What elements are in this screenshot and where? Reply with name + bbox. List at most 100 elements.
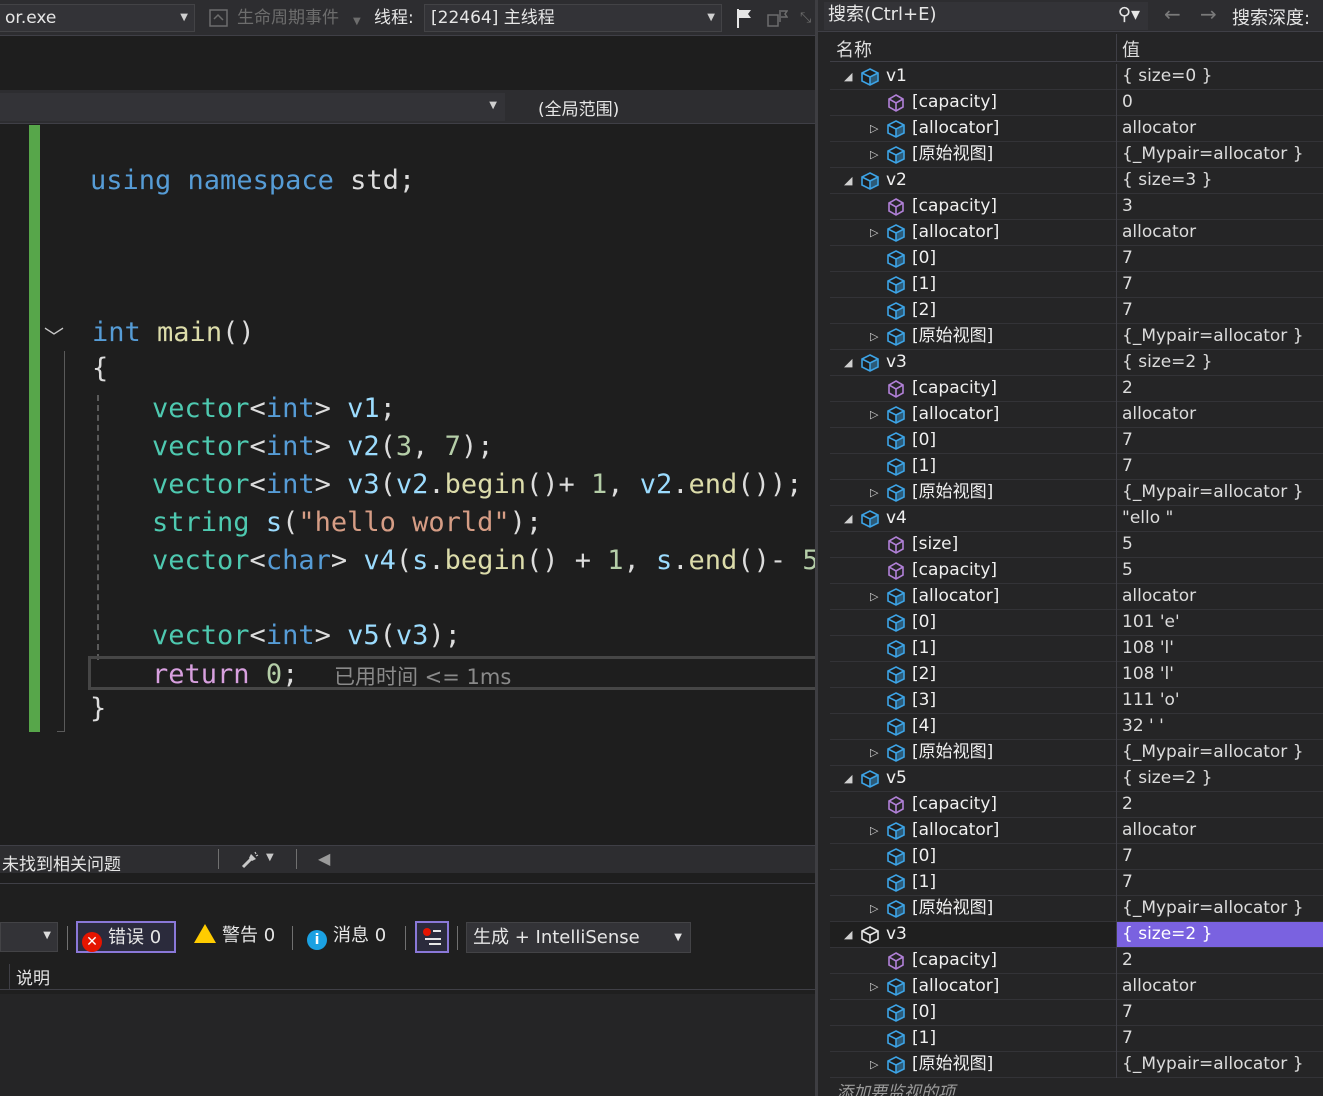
watch-row[interactable]: [1] 7 <box>830 272 1323 298</box>
watch-row-value[interactable]: 7 <box>1117 298 1323 323</box>
watch-row-value[interactable]: 5 <box>1117 558 1323 583</box>
watch-row[interactable]: ▷ [allocator] allocator <box>830 116 1323 142</box>
code-cleanup-icon[interactable] <box>240 850 260 870</box>
warnings-filter-button[interactable]: 警告 0 <box>190 921 275 953</box>
expand-triangle-icon[interactable]: ▷ <box>870 584 884 609</box>
watch-row[interactable]: ◢ v4 "ello " <box>830 506 1323 532</box>
watch-row[interactable]: [4] 32 ' ' <box>830 714 1323 740</box>
collapse-triangle-icon[interactable]: ◢ <box>844 64 858 89</box>
expand-triangle-icon[interactable]: ▷ <box>870 818 884 843</box>
expand-triangle-icon[interactable]: ▷ <box>870 142 884 167</box>
expand-triangle-icon[interactable]: ▷ <box>870 974 884 999</box>
watch-row[interactable]: ◢ v3 { size=2 } <box>830 922 1323 948</box>
watch-row-value[interactable]: 3 <box>1117 194 1323 219</box>
watch-row[interactable]: ▷ [原始视图] {_Mypair=allocator } <box>830 324 1323 350</box>
watch-row-value[interactable]: allocator <box>1117 818 1323 843</box>
watch-row-value[interactable]: 7 <box>1117 454 1323 479</box>
name-column-header[interactable]: 名称 <box>836 36 872 62</box>
watch-row-value[interactable]: 101 'e' <box>1117 610 1323 635</box>
watch-row-value[interactable]: allocator <box>1117 116 1323 141</box>
messages-filter-button[interactable]: i 消息 0 <box>303 921 386 953</box>
collapse-triangle-icon[interactable]: ◢ <box>844 922 858 947</box>
watch-row[interactable]: [size] 5 <box>830 532 1323 558</box>
watch-row[interactable]: [capacity] 0 <box>830 90 1323 116</box>
watch-row[interactable]: [1] 7 <box>830 454 1323 480</box>
watch-row-value[interactable]: allocator <box>1117 220 1323 245</box>
expand-triangle-icon[interactable]: ▷ <box>870 324 884 349</box>
expand-triangle-icon[interactable]: ▷ <box>870 480 884 505</box>
collapse-triangle-icon[interactable]: ◢ <box>844 506 858 531</box>
build-source-combo[interactable]: 生成 + IntelliSense ▼ <box>466 922 691 953</box>
watch-row-value[interactable]: 2 <box>1117 948 1323 973</box>
thread-combo[interactable]: [22464] 主线程 ▼ <box>424 4 722 32</box>
watch-row-value[interactable]: 0 <box>1117 90 1323 115</box>
watch-row[interactable]: ▷ [原始视图] {_Mypair=allocator } <box>830 142 1323 168</box>
watch-row-value[interactable]: allocator <box>1117 584 1323 609</box>
watch-row[interactable]: [0] 101 'e' <box>830 610 1323 636</box>
watch-row-value[interactable]: 108 'l' <box>1117 636 1323 661</box>
watch-row[interactable]: [1] 7 <box>830 870 1323 896</box>
collapse-chevron-icon[interactable]: ﹀ <box>44 321 64 350</box>
watch-row-value[interactable]: 7 <box>1117 1000 1323 1025</box>
watch-row[interactable]: [capacity] 2 <box>830 948 1323 974</box>
show-flagged-threads-icon[interactable] <box>766 7 788 29</box>
forward-arrow-icon[interactable]: → <box>1200 2 1217 26</box>
watch-row[interactable]: [2] 7 <box>830 298 1323 324</box>
watch-row[interactable]: ▷ [allocator] allocator <box>830 584 1323 610</box>
watch-row[interactable]: ◢ v2 { size=3 } <box>830 168 1323 194</box>
lifecycle-events-icon[interactable] <box>208 7 230 29</box>
watch-row[interactable]: [capacity] 3 <box>830 194 1323 220</box>
watch-row-value[interactable]: {_Mypair=allocator } <box>1117 740 1323 765</box>
value-column-header[interactable]: 值 <box>1122 36 1140 62</box>
watch-row[interactable]: ▷ [原始视图] {_Mypair=allocator } <box>830 740 1323 766</box>
member-combo[interactable]: ▼ <box>0 93 505 121</box>
watch-row[interactable]: [1] 7 <box>830 1026 1323 1052</box>
collapse-triangle-icon[interactable]: ◢ <box>844 168 858 193</box>
watch-row[interactable]: [0] 7 <box>830 1000 1323 1026</box>
watch-row-value[interactable]: {_Mypair=allocator } <box>1117 480 1323 505</box>
watch-row-value[interactable]: 7 <box>1117 428 1323 453</box>
watch-row[interactable]: ▷ [allocator] allocator <box>830 974 1323 1000</box>
watch-row-value[interactable]: 5 <box>1117 532 1323 557</box>
watch-row-value[interactable]: 7 <box>1117 844 1323 869</box>
watch-row-value[interactable]: { size=2 } <box>1117 766 1323 791</box>
watch-row-value[interactable]: { size=3 } <box>1117 168 1323 193</box>
expand-triangle-icon[interactable]: ▷ <box>870 116 884 141</box>
watch-row-value[interactable]: 108 'l' <box>1117 662 1323 687</box>
watch-row-value[interactable]: {_Mypair=allocator } <box>1117 324 1323 349</box>
watch-row[interactable]: ◢ v1 { size=0 } <box>830 64 1323 90</box>
watch-row[interactable]: ◢ v5 { size=2 } <box>830 766 1323 792</box>
watch-row[interactable]: ▷ [原始视图] {_Mypair=allocator } <box>830 896 1323 922</box>
column-divider[interactable] <box>1116 34 1117 62</box>
watch-row[interactable]: ▷ [allocator] allocator <box>830 818 1323 844</box>
watch-row-value[interactable]: "ello " <box>1117 506 1323 531</box>
expand-triangle-icon[interactable]: ▷ <box>870 402 884 427</box>
watch-row-value[interactable]: { size=2 } <box>1117 922 1323 947</box>
expand-triangle-icon[interactable]: ▷ <box>870 1052 884 1077</box>
error-scope-combo[interactable]: ▼ <box>0 922 58 952</box>
watch-row-value[interactable]: 2 <box>1117 792 1323 817</box>
watch-search-input[interactable]: 搜索(Ctrl+E) ⚲▾ <box>824 2 1148 30</box>
watch-row[interactable]: [capacity] 5 <box>830 558 1323 584</box>
build-filter-toggle[interactable] <box>415 921 449 953</box>
watch-row-value[interactable]: allocator <box>1117 402 1323 427</box>
stack-frame-icon[interactable]: ⤡ <box>800 6 811 30</box>
description-column-header[interactable]: 说明 <box>16 964 50 989</box>
flag-thread-icon[interactable] <box>734 7 756 29</box>
watch-row[interactable]: [0] 7 <box>830 246 1323 272</box>
watch-row[interactable]: ◢ v3 { size=2 } <box>830 350 1323 376</box>
watch-row[interactable]: [capacity] 2 <box>830 792 1323 818</box>
collapse-triangle-icon[interactable]: ◢ <box>844 350 858 375</box>
watch-row[interactable]: [0] 7 <box>830 844 1323 870</box>
watch-row-value[interactable]: 7 <box>1117 1026 1323 1051</box>
scroll-left-icon[interactable]: ◀ <box>318 849 330 868</box>
expand-triangle-icon[interactable]: ▷ <box>870 220 884 245</box>
chevron-down-icon[interactable]: ▼ <box>266 852 274 863</box>
code-editor[interactable]: ﹀ using namespace std; int main() { vect… <box>0 125 815 845</box>
watch-row-value[interactable]: {_Mypair=allocator } <box>1117 142 1323 167</box>
process-combo[interactable]: or.exe ▼ <box>0 4 195 32</box>
watch-row[interactable]: [capacity] 2 <box>830 376 1323 402</box>
back-arrow-icon[interactable]: ← <box>1164 2 1181 26</box>
lifecycle-dropdown-icon[interactable]: ▼ <box>353 10 361 34</box>
watch-row[interactable]: ▷ [allocator] allocator <box>830 220 1323 246</box>
